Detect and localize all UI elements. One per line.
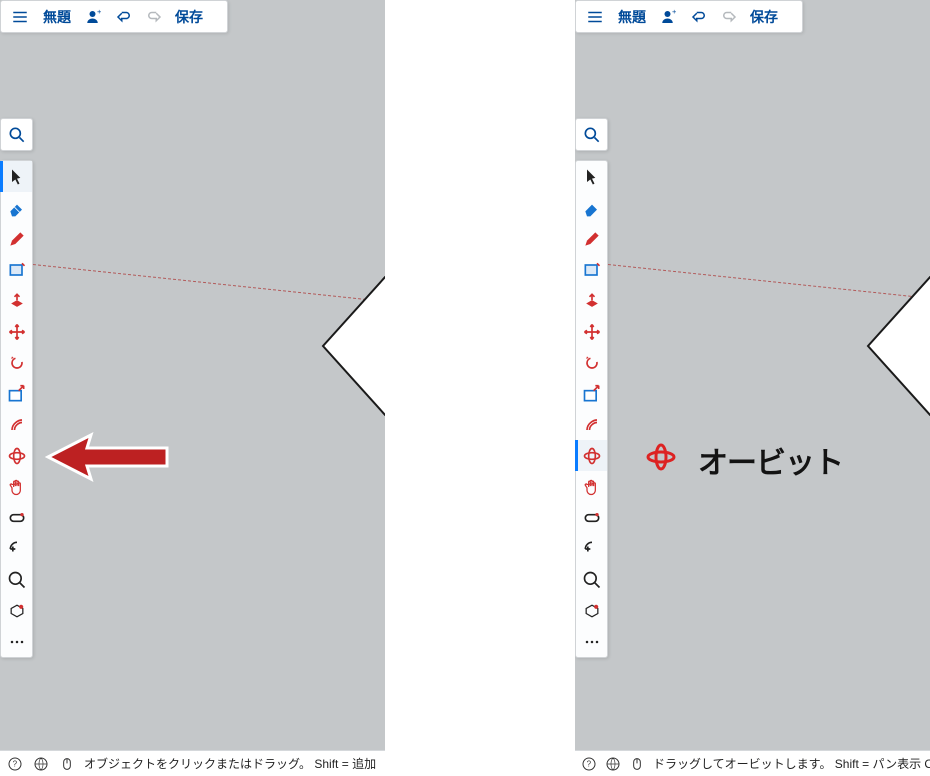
orbit-tool-icon[interactable]: [1, 440, 32, 471]
orbit-tool-icon[interactable]: [576, 440, 607, 471]
status-bar: ? ドラッグしてオービットします。 Shift = パン表示 O: [575, 750, 930, 776]
undo-icon[interactable]: [686, 4, 712, 30]
app-window-before: 無題 + 保存 ? オブジェクトをクリックまたはドラッグ。 Shift = 追加: [0, 0, 385, 776]
pushpull-tool-icon[interactable]: [1, 285, 32, 316]
tool-palette: [0, 160, 33, 658]
rotate-tool-icon[interactable]: [1, 347, 32, 378]
orbit-cursor-icon: [645, 443, 677, 471]
paint-tool-icon[interactable]: [576, 564, 607, 595]
zoom-tool-icon[interactable]: [1, 595, 32, 626]
redo-icon[interactable]: [141, 4, 167, 30]
model-face: [856, 276, 930, 416]
globe-icon[interactable]: [32, 755, 50, 773]
app-window-after: 無題 + 保存 ? ドラッグしてオービットします。 Shift = パン表示 O: [575, 0, 930, 776]
mouse-icon[interactable]: [629, 755, 645, 773]
help-icon[interactable]: ?: [6, 755, 24, 773]
text-tool-icon[interactable]: [1, 533, 32, 564]
rectangle-tool-icon[interactable]: [576, 254, 607, 285]
svg-text:?: ?: [13, 759, 18, 768]
zoom-tool-icon[interactable]: [576, 595, 607, 626]
more-tool-icon[interactable]: [576, 626, 607, 657]
app-toolbar: 無題 + 保存: [0, 0, 228, 33]
scale-tool-icon[interactable]: [576, 378, 607, 409]
search-icon[interactable]: [0, 118, 33, 151]
paint-tool-icon[interactable]: [1, 564, 32, 595]
model-face: [311, 276, 385, 416]
pan-tool-icon[interactable]: [576, 471, 607, 502]
pushpull-tool-icon[interactable]: [576, 285, 607, 316]
pan-tool-icon[interactable]: [1, 471, 32, 502]
panel-divider: [385, 0, 575, 776]
document-title: 無題: [37, 7, 77, 27]
save-button[interactable]: 保存: [171, 7, 207, 27]
select-tool-icon[interactable]: [576, 161, 607, 192]
offset-tool-icon[interactable]: [1, 409, 32, 440]
status-bar: ? オブジェクトをクリックまたはドラッグ。 Shift = 追加: [0, 750, 385, 776]
tape-tool-icon[interactable]: [1, 502, 32, 533]
tape-tool-icon[interactable]: [576, 502, 607, 533]
text-tool-icon[interactable]: [576, 533, 607, 564]
redo-icon[interactable]: [716, 4, 742, 30]
rotate-tool-icon[interactable]: [576, 347, 607, 378]
move-tool-icon[interactable]: [576, 316, 607, 347]
globe-icon[interactable]: [605, 755, 621, 773]
status-text: ドラッグしてオービットします。 Shift = パン表示 O: [653, 755, 930, 772]
tool-palette: [575, 160, 608, 658]
pencil-tool-icon[interactable]: [1, 223, 32, 254]
user-icon[interactable]: +: [81, 4, 107, 30]
user-icon[interactable]: +: [656, 4, 682, 30]
select-tool-icon[interactable]: [1, 161, 32, 192]
status-text: オブジェクトをクリックまたはドラッグ。 Shift = 追加: [84, 755, 376, 772]
undo-icon[interactable]: [111, 4, 137, 30]
rectangle-tool-icon[interactable]: [1, 254, 32, 285]
offset-tool-icon[interactable]: [576, 409, 607, 440]
pencil-tool-icon[interactable]: [576, 223, 607, 254]
scale-tool-icon[interactable]: [1, 378, 32, 409]
callout-arrow-icon: [45, 430, 170, 485]
help-icon[interactable]: ?: [581, 755, 597, 773]
eraser-tool-icon[interactable]: [1, 192, 32, 223]
move-tool-icon[interactable]: [1, 316, 32, 347]
svg-text:?: ?: [587, 759, 592, 768]
svg-text:+: +: [672, 8, 677, 16]
app-toolbar: 無題 + 保存: [575, 0, 803, 33]
menu-icon[interactable]: [582, 4, 608, 30]
mouse-icon[interactable]: [58, 755, 76, 773]
more-tool-icon[interactable]: [1, 626, 32, 657]
svg-text:+: +: [97, 8, 102, 16]
eraser-tool-icon[interactable]: [576, 192, 607, 223]
search-icon[interactable]: [575, 118, 608, 151]
document-title: 無題: [612, 7, 652, 27]
save-button[interactable]: 保存: [746, 7, 782, 27]
menu-icon[interactable]: [7, 4, 33, 30]
tooltip-label: オービット: [698, 438, 843, 482]
